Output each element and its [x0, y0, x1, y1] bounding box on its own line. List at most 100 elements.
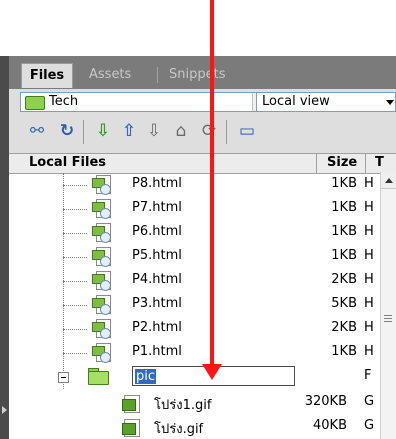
tree-connector [63, 233, 87, 234]
file-type: H [364, 344, 374, 359]
file-name: P2.html [132, 320, 182, 335]
column-size[interactable]: Size [327, 155, 357, 170]
view-dropdown-button[interactable] [381, 93, 396, 111]
scroll-up-button[interactable] [381, 172, 396, 189]
list-item[interactable]: P4.html 2KB H [9, 269, 380, 293]
panel-collapse-strip[interactable] [0, 56, 9, 439]
file-name: P1.html [132, 344, 182, 359]
tab-files[interactable]: Files [21, 63, 73, 88]
file-size: 1KB [331, 200, 357, 215]
site-select[interactable]: Tech [20, 92, 272, 112]
annotation-arrow-shaft [210, 0, 214, 370]
list-item[interactable]: P3.html 5KB H [9, 293, 380, 317]
vertical-scrollbar[interactable] [380, 172, 396, 439]
file-name: โปร่ง.gif [154, 422, 204, 437]
file-type: G [364, 418, 375, 433]
tree-connector [63, 281, 87, 282]
tree-connector [63, 353, 87, 354]
panel-tab-bar: Files Assets Snippets [9, 56, 396, 89]
list-item[interactable]: P5.html 1KB H [9, 245, 380, 269]
image-file-icon [122, 418, 140, 437]
annotation-arrow-head-icon [202, 364, 222, 380]
tab-assets[interactable]: Assets [89, 63, 131, 87]
file-name: โปร่ง1.gif [154, 398, 212, 413]
tree-connector [63, 305, 87, 306]
image-file-icon [122, 394, 140, 413]
connect-icon[interactable]: ⚯ [26, 120, 48, 142]
html-file-icon [92, 199, 112, 219]
check-in-icon[interactable]: ⌂ [170, 120, 192, 142]
file-name: P4.html [132, 272, 182, 287]
column-local-files[interactable]: Local Files [29, 155, 106, 170]
site-folder-icon [25, 96, 45, 110]
file-name: P6.html [132, 224, 182, 239]
scroll-thumb-grip-icon[interactable] [384, 315, 392, 324]
view-select-value: Local view [262, 94, 330, 109]
html-file-icon [92, 319, 112, 339]
file-name: P7.html [132, 200, 182, 215]
file-size: 1KB [331, 224, 357, 239]
list-item[interactable]: P7.html 1KB H [9, 197, 380, 221]
file-list: P8.html 1KB H P7.html 1KB H P6.html 1KB … [9, 173, 380, 439]
put-icon[interactable]: ⇧ [118, 120, 140, 142]
file-type: G [364, 394, 375, 409]
expand-icon[interactable]: ▭ [236, 120, 258, 142]
file-type: H [364, 176, 374, 191]
html-file-icon [92, 247, 112, 267]
file-type: H [364, 200, 374, 215]
file-size: 1KB [331, 176, 357, 191]
file-name: P5.html [132, 248, 182, 263]
file-name: P8.html [132, 176, 182, 191]
check-out-icon[interactable]: ⇩ [143, 120, 165, 142]
site-select-value: Tech [49, 94, 79, 109]
file-size: 320KB [304, 394, 347, 409]
file-size: 2KB [331, 320, 357, 335]
folder-row-pic[interactable]: pic F [9, 365, 380, 389]
refresh-icon[interactable]: ↻ [56, 120, 78, 142]
file-size: 5KB [331, 296, 357, 311]
html-file-icon [92, 271, 112, 291]
tab-snippets[interactable]: Snippets [169, 63, 225, 87]
expand-arrow-icon[interactable] [2, 406, 7, 414]
view-select[interactable]: Local view [256, 92, 396, 112]
synchronize-icon[interactable]: ⟳ [198, 120, 220, 142]
file-size: 1KB [331, 344, 357, 359]
rename-input-selected-text: pic [135, 369, 157, 384]
tree-connector [63, 209, 87, 210]
chevron-down-icon [386, 100, 394, 105]
chevron-up-icon [385, 178, 393, 183]
html-file-icon [92, 343, 112, 363]
folder-icon [88, 368, 109, 385]
tree-connector [63, 185, 87, 186]
file-type: F [364, 368, 372, 383]
toolbar-divider [83, 120, 84, 144]
file-name: P3.html [132, 296, 182, 311]
html-file-icon [92, 175, 112, 195]
file-size: 40KB [313, 418, 347, 433]
list-item[interactable]: โปร่ง.gif 40KB G [9, 415, 380, 439]
list-item[interactable]: P2.html 2KB H [9, 317, 380, 341]
collapse-toggle-icon[interactable] [58, 372, 69, 383]
file-list-header: Local Files Size T [9, 153, 396, 174]
list-item[interactable]: P1.html 1KB H [9, 341, 380, 365]
get-icon[interactable]: ⇩ [92, 120, 114, 142]
file-size: 1KB [331, 248, 357, 263]
file-type: H [364, 272, 374, 287]
file-type: H [364, 320, 374, 335]
file-type: H [364, 224, 374, 239]
list-item[interactable]: P8.html 1KB H [9, 173, 380, 197]
column-type[interactable]: T [375, 155, 384, 170]
tree-connector [63, 257, 87, 258]
html-file-icon [92, 295, 112, 315]
tree-connector [63, 329, 87, 330]
column-divider[interactable] [316, 154, 317, 173]
html-file-icon [92, 223, 112, 243]
toolbar-divider [226, 120, 227, 144]
tab-divider [157, 67, 158, 83]
file-type: H [364, 296, 374, 311]
file-size: 2KB [331, 272, 357, 287]
file-type: H [364, 248, 374, 263]
column-divider[interactable] [365, 154, 366, 173]
list-item[interactable]: P6.html 1KB H [9, 221, 380, 245]
list-item[interactable]: โปร่ง1.gif 320KB G [9, 391, 380, 415]
